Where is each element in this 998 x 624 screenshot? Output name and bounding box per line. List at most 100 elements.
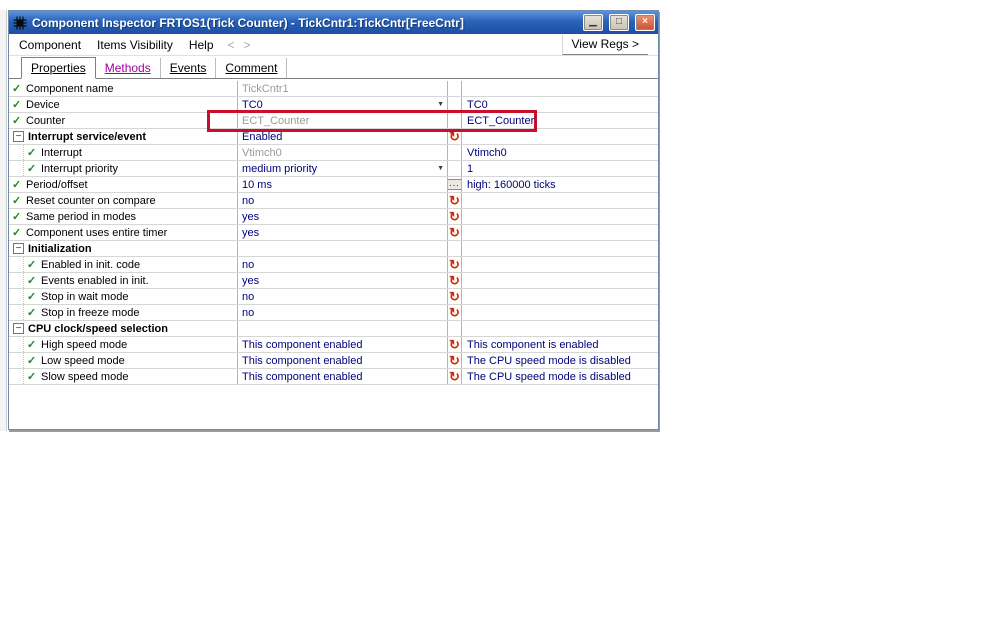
property-row[interactable]: ✓ Enabled in init. code no ↻ [9, 257, 658, 273]
property-row[interactable]: ✓ Period/offset 10 ms... high: 160000 ticks [9, 177, 658, 193]
close-button[interactable]: × [635, 14, 655, 31]
value-cell[interactable]: yes [238, 273, 448, 288]
cycle-value-button[interactable]: ↻ [449, 194, 460, 207]
window-title: Component Inspector FRTOS1(Tick Counter)… [32, 15, 464, 30]
property-row[interactable]: ✓ Component uses entire timer yes ↻ [9, 225, 658, 241]
cycle-value-button[interactable]: ↻ [449, 274, 460, 287]
desktop-background: Component Inspector FRTOS1(Tick Counter)… [0, 0, 998, 624]
detail-cell [462, 81, 658, 96]
cycle-value-button[interactable]: ↻ [449, 210, 460, 223]
menu-items-visibility[interactable]: Items Visibility [97, 38, 173, 52]
cycle-value-button[interactable]: ↻ [449, 130, 460, 143]
name-cell: ✓ Component name [9, 81, 238, 96]
value-cell[interactable]: This component enabled [238, 369, 448, 384]
name-cell: ✓ Events enabled in init. [9, 273, 238, 288]
tab-comment[interactable]: Comment [216, 58, 288, 78]
value-cell[interactable]: no [238, 289, 448, 304]
property-row[interactable]: ✓ Reset counter on compare no ↻ [9, 193, 658, 209]
group-row[interactable]: − Interrupt service/event Enabled ↻ [9, 129, 658, 145]
tab-properties[interactable]: Properties [21, 57, 96, 79]
property-row[interactable]: ✓ Component name TickCntr1 [9, 81, 658, 97]
property-row[interactable]: ✓ Stop in wait mode no ↻ [9, 289, 658, 305]
cycle-value-button[interactable]: ↻ [449, 370, 460, 383]
cycle-value-button[interactable]: ↻ [449, 258, 460, 271]
collapse-button[interactable]: − [13, 243, 24, 254]
tab-methods[interactable]: Methods [96, 58, 161, 78]
cycle-value-button[interactable]: ↻ [449, 226, 460, 239]
group-label: Initialization [28, 242, 92, 255]
cycle-value-button[interactable]: ↻ [449, 306, 460, 319]
name-cell: − Initialization [9, 241, 238, 256]
tab-events[interactable]: Events [161, 58, 217, 78]
dropdown-arrow-icon[interactable]: ▼ [437, 162, 445, 176]
value-cell[interactable]: This component enabled [238, 337, 448, 352]
property-value: no [242, 290, 255, 303]
check-icon: ✓ [27, 370, 37, 383]
restore-button[interactable]: □ [609, 14, 629, 31]
ellipsis-button[interactable]: ... [448, 179, 461, 190]
value-cell[interactable]: yes [238, 209, 448, 224]
cycle-value-button[interactable]: ↻ [449, 338, 460, 351]
detail-cell [462, 225, 658, 240]
value-cell[interactable]: no [238, 257, 448, 272]
tree-indent [12, 257, 24, 272]
value-cell[interactable]: medium priority ▼ [238, 161, 448, 176]
group-label: CPU clock/speed selection [28, 322, 168, 335]
property-row[interactable]: ✓ Same period in modes yes ↻ [9, 209, 658, 225]
action-cell: ↻ [448, 289, 462, 304]
value-cell[interactable]: TC0 ▼ [238, 97, 448, 112]
value-cell[interactable]: TickCntr1 [238, 81, 448, 96]
property-value: yes [242, 210, 260, 223]
view-regs-button[interactable]: View Regs > [561, 34, 648, 55]
property-row[interactable]: ✓ Stop in freeze mode no ↻ [9, 305, 658, 321]
value-cell[interactable]: Vtimch0 [238, 145, 448, 160]
forward-arrow-button[interactable]: > [244, 38, 251, 52]
value-cell[interactable]: Enabled [238, 129, 448, 144]
title-bar[interactable]: Component Inspector FRTOS1(Tick Counter)… [9, 11, 658, 34]
minimize-button[interactable]: ▁ [583, 14, 603, 31]
value-cell[interactable]: yes [238, 225, 448, 240]
tree-indent [12, 369, 24, 384]
group-row[interactable]: − Initialization [9, 241, 658, 257]
property-label: Reset counter on compare [26, 194, 156, 207]
property-detail-value: This component is enabled [467, 338, 599, 351]
property-row[interactable]: ✓ Events enabled in init. yes ↻ [9, 273, 658, 289]
value-cell[interactable]: ECT_Counter [238, 113, 448, 128]
app-chip-icon[interactable] [12, 15, 28, 31]
group-label: Interrupt service/event [28, 130, 146, 143]
property-row[interactable]: ✓ Device TC0 ▼ TC0 [9, 97, 658, 113]
value-cell[interactable]: 10 ms [238, 177, 448, 192]
value-cell[interactable] [238, 241, 448, 256]
check-icon: ✓ [12, 82, 22, 95]
property-row[interactable]: ✓ Slow speed mode This component enabled ↻ T… [9, 369, 658, 385]
value-cell[interactable]: no [238, 193, 448, 208]
value-cell[interactable]: This component enabled [238, 353, 448, 368]
dropdown-arrow-icon[interactable]: ▼ [437, 98, 445, 112]
name-cell: − CPU clock/speed selection [9, 321, 238, 336]
tab-strip: Properties Methods Events Comment [9, 56, 658, 79]
name-cell: ✓ Reset counter on compare [9, 193, 238, 208]
collapse-button[interactable]: − [13, 323, 24, 334]
menu-help[interactable]: Help [189, 38, 214, 52]
cycle-value-button[interactable]: ↻ [449, 354, 460, 367]
value-cell[interactable] [238, 321, 448, 336]
detail-cell [462, 129, 658, 144]
property-row[interactable]: ✓ High speed mode This component enabled ↻ T… [9, 337, 658, 353]
back-arrow-button[interactable]: < [228, 38, 235, 52]
value-cell[interactable]: no [238, 305, 448, 320]
name-cell: ✓ Period/offset [9, 177, 238, 192]
menu-component[interactable]: Component [19, 38, 81, 52]
property-row[interactable]: ✓ Low speed mode This component enabled ↻ Th… [9, 353, 658, 369]
property-row[interactable]: ✓ Interrupt Vtimch0 Vtimch0 [9, 145, 658, 161]
property-row[interactable]: ✓ Counter ECT_Counter ECT_Counter [9, 113, 658, 129]
tree-indent [12, 305, 24, 320]
cycle-value-button[interactable]: ↻ [449, 290, 460, 303]
property-row[interactable]: ✓ Interrupt priority medium priority ▼ 1 [9, 161, 658, 177]
action-cell: ↻ [448, 193, 462, 208]
detail-cell [462, 241, 658, 256]
group-row[interactable]: − CPU clock/speed selection [9, 321, 658, 337]
detail-cell: ECT_Counter [462, 113, 658, 128]
property-value: yes [242, 226, 260, 239]
collapse-button[interactable]: − [13, 131, 24, 142]
action-cell: ↻ [448, 337, 462, 352]
